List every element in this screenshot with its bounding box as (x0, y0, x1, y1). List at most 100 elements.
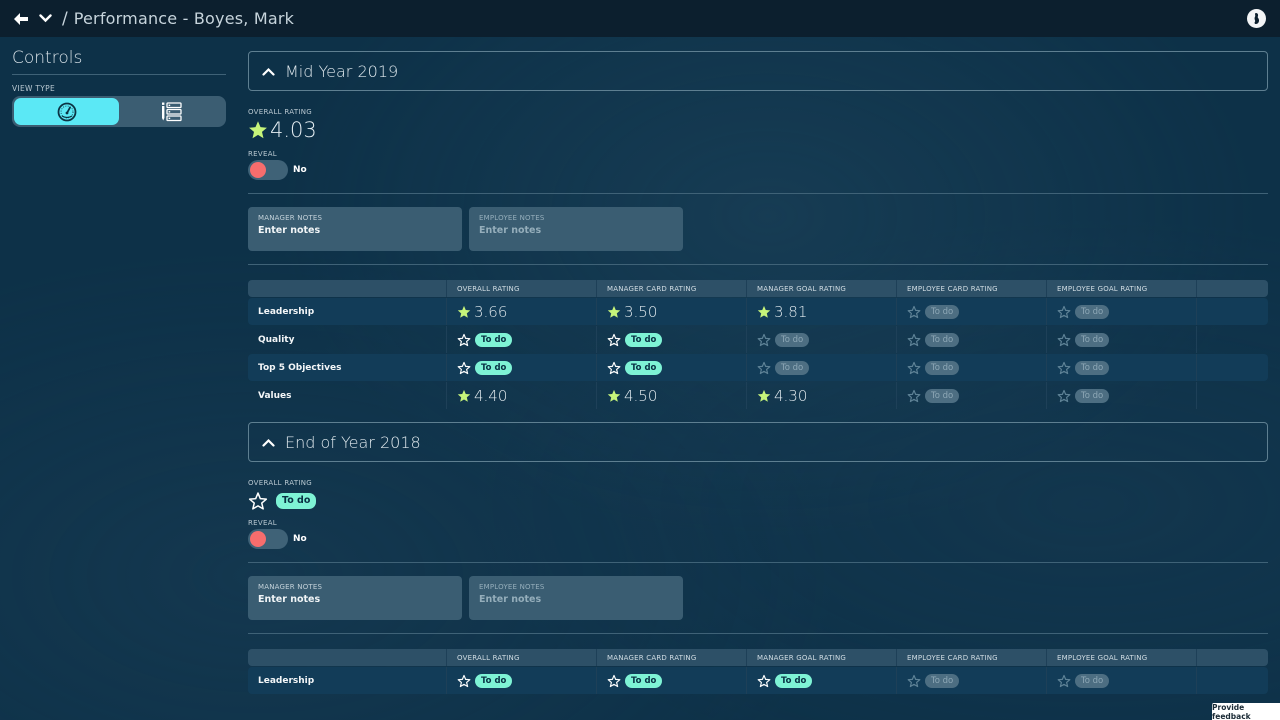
main-content: Mid Year 2019 OVERALL RATING 4.03 REVEAL… (248, 51, 1268, 694)
list-icon (161, 101, 183, 122)
section-header-toggle[interactable]: Mid Year 2019 (248, 51, 1268, 91)
manager-notes-placeholder: Enter notes (258, 225, 321, 236)
star-outline-icon (607, 333, 621, 347)
controls-heading: Controls (12, 48, 226, 75)
rating-cell[interactable]: 4.50 (597, 382, 747, 409)
view-type-switch (12, 96, 226, 127)
row-name-cell: Quality (248, 326, 447, 353)
table-row[interactable]: Leadership 3.66 3.50 3.81 To do To do (248, 298, 1268, 325)
overall-rating-label: OVERALL RATING (248, 108, 313, 116)
rating-cell[interactable]: 4.40 (447, 382, 597, 409)
section-header-toggle[interactable]: End of Year 2018 (248, 422, 1268, 462)
rating-cell: To do (1047, 667, 1197, 694)
section-title: End of Year 2018 (285, 432, 421, 452)
table-header: OVERALL RATING MANAGER CARD RATING MANAGER… (248, 280, 1268, 297)
reveal-toggle[interactable] (248, 160, 288, 180)
column-header (248, 280, 447, 297)
star-filled-icon (457, 389, 471, 403)
employee-notes-label: EMPLOYEE NOTES (479, 583, 545, 591)
rating-cell[interactable]: To do (597, 354, 747, 381)
star-outline-icon (757, 361, 771, 375)
column-header: MANAGER CARD RATING (597, 649, 747, 666)
rating-value: 4.40 (474, 386, 508, 405)
back-button[interactable] (12, 10, 30, 28)
column-header: EMPLOYEE CARD RATING (897, 280, 1047, 297)
empty-cell (1197, 382, 1268, 409)
rating-cell[interactable]: 3.50 (597, 298, 747, 325)
rating-cell[interactable]: 3.81 (747, 298, 897, 325)
reveal-label: REVEAL (248, 519, 277, 527)
page-menu-button[interactable] (36, 10, 54, 28)
star-outline-icon (1057, 389, 1071, 403)
rating-cell: To do (897, 382, 1047, 409)
speedometer-icon (57, 102, 77, 122)
divider (248, 562, 1268, 563)
rating-cell[interactable]: 3.66 (447, 298, 597, 325)
employee-notes-placeholder: Enter notes (479, 594, 542, 605)
table-header: OVERALL RATING MANAGER CARD RATING MANAGER… (248, 649, 1268, 666)
empty-cell (1197, 354, 1268, 381)
user-menu-button[interactable] (1247, 9, 1266, 28)
star-filled-icon (248, 120, 268, 140)
todo-badge-disabled: To do (1075, 360, 1110, 375)
rating-value: 3.66 (474, 302, 508, 321)
star-outline-icon (1057, 674, 1071, 688)
review-section-end-of-year-2018: End of Year 2018 OVERALL RATING To do RE… (248, 422, 1268, 694)
row-name: Leadership (258, 306, 315, 317)
star-outline-icon (1057, 333, 1071, 347)
table-row[interactable]: Leadership To do To do To do To do To do (248, 667, 1268, 694)
column-header (1197, 649, 1268, 666)
view-type-dashboard[interactable] (14, 98, 119, 125)
todo-badge-disabled: To do (925, 332, 960, 347)
empty-cell (1197, 298, 1268, 325)
manager-notes-field[interactable]: MANAGER NOTES Enter notes (248, 207, 462, 251)
rating-value: 3.50 (624, 302, 658, 321)
column-header: EMPLOYEE CARD RATING (897, 649, 1047, 666)
provide-feedback-button[interactable]: Provide feedback (1212, 703, 1280, 720)
rating-cell[interactable]: 4.30 (747, 382, 897, 409)
todo-badge-disabled: To do (1075, 388, 1110, 403)
employee-notes-field[interactable]: EMPLOYEE NOTES Enter notes (469, 576, 683, 620)
employee-notes-field[interactable]: EMPLOYEE NOTES Enter notes (469, 207, 683, 251)
todo-badge-disabled: To do (775, 332, 810, 347)
todo-badge-disabled: To do (925, 673, 960, 688)
rating-cell[interactable]: To do (447, 667, 597, 694)
todo-badge: To do (775, 673, 813, 688)
table-row[interactable]: Values 4.40 4.50 4.30 To do To do (248, 382, 1268, 409)
star-outline-icon (907, 361, 921, 375)
star-filled-icon (757, 389, 771, 403)
reveal-toggle[interactable] (248, 529, 288, 549)
table-row[interactable]: Top 5 Objectives To do To do To do To do To d… (248, 354, 1268, 381)
view-type-list[interactable] (119, 98, 224, 125)
rating-cell[interactable]: To do (747, 667, 897, 694)
manager-notes-field[interactable]: MANAGER NOTES Enter notes (248, 576, 462, 620)
divider (248, 633, 1268, 634)
rating-cell[interactable]: To do (597, 667, 747, 694)
controls-sidebar: Controls VIEW TYPE (12, 48, 226, 127)
todo-badge: To do (475, 360, 513, 375)
todo-badge: To do (625, 332, 663, 347)
todo-badge: To do (625, 673, 663, 688)
rating-cell[interactable]: To do (447, 326, 597, 353)
table-row[interactable]: Quality To do To do To do To do To do (248, 326, 1268, 353)
divider (248, 264, 1268, 265)
employee-notes-placeholder: Enter notes (479, 225, 542, 236)
manager-notes-label: MANAGER NOTES (258, 583, 323, 591)
rating-cell[interactable]: To do (447, 354, 597, 381)
reveal-label: REVEAL (248, 150, 277, 158)
star-outline-icon (907, 333, 921, 347)
row-name-cell: Values (248, 382, 447, 409)
star-outline-icon (757, 674, 771, 688)
todo-badge-disabled: To do (1075, 673, 1110, 688)
divider (248, 193, 1268, 194)
empty-cell (1197, 326, 1268, 353)
rating-cell[interactable]: To do (597, 326, 747, 353)
row-name: Leadership (258, 675, 315, 686)
overall-rating-todo-badge: To do (276, 493, 317, 509)
row-name-cell: Leadership (248, 667, 447, 694)
star-outline-icon (457, 333, 471, 347)
rating-value: 4.50 (624, 386, 658, 405)
todo-badge-disabled: To do (925, 304, 960, 319)
top-bar: / Performance - Boyes, Mark (0, 0, 1280, 37)
column-header: MANAGER GOAL RATING (747, 649, 897, 666)
